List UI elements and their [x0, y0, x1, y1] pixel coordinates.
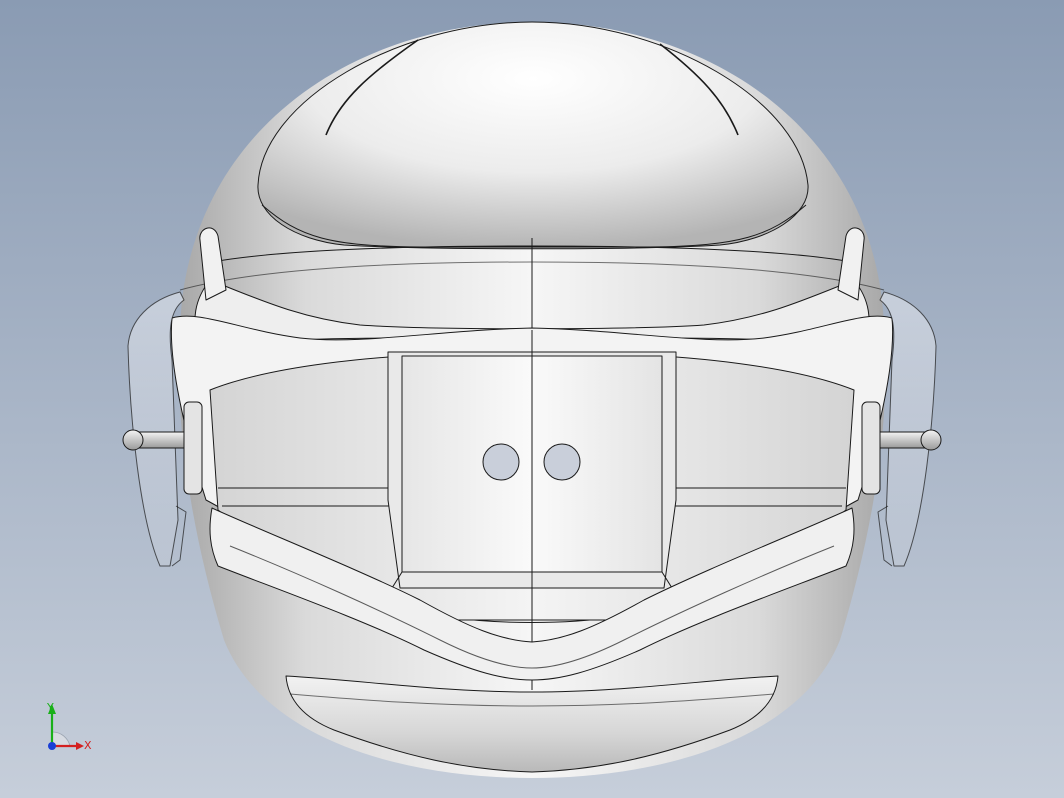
vent-hole-right: [543, 443, 581, 481]
triad-y-label: Y: [46, 701, 54, 714]
triad-z-origin: [48, 742, 56, 750]
graphics-viewport[interactable]: X Y: [0, 0, 1064, 798]
vent-hole-left: [482, 443, 520, 481]
viewport-canvas[interactable]: X Y: [0, 0, 1064, 798]
triad-x-label: X: [84, 739, 92, 752]
